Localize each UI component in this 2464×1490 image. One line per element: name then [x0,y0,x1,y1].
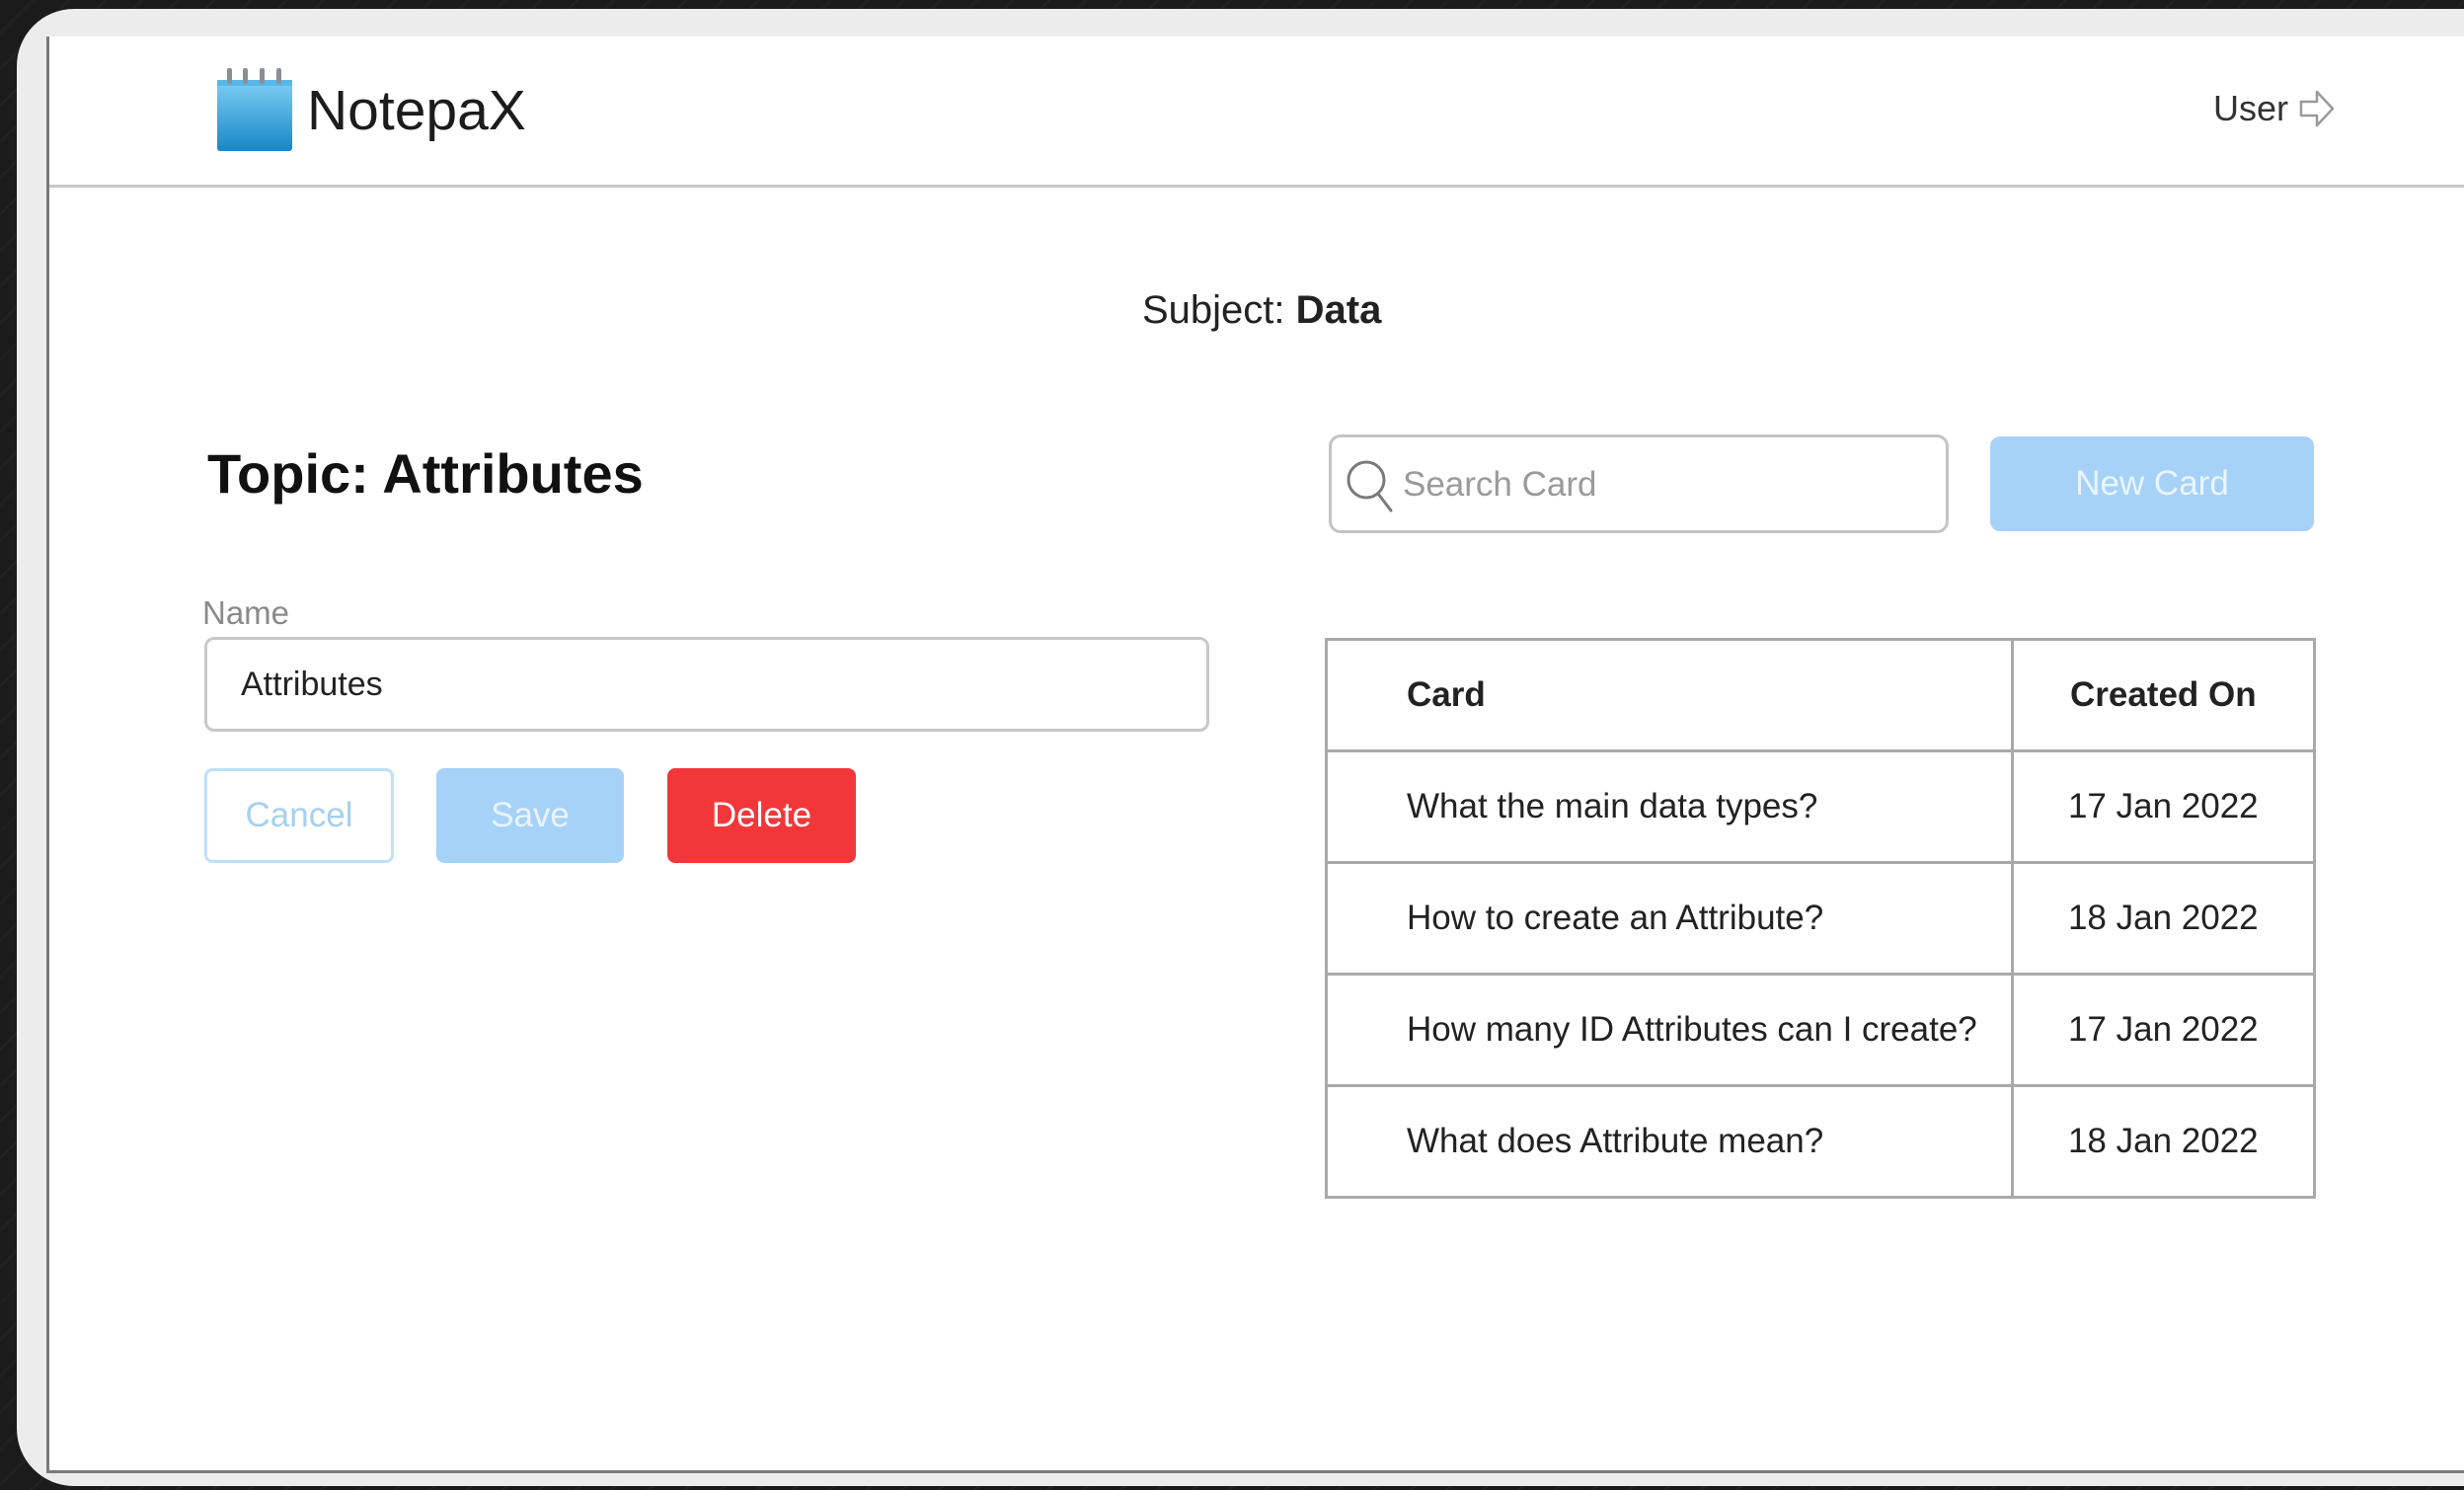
app-title: NotepaX [307,79,526,142]
table-row[interactable]: How to create an Attribute? 18 Jan 2022 [1325,861,2317,976]
save-button[interactable]: Save [436,768,624,863]
column-header-created-on[interactable]: Created On [2010,638,2317,752]
user-menu[interactable]: User [2213,88,2336,129]
subject-label: Subject: [1142,288,1296,332]
table-row[interactable]: How many ID Attributes can I create? 17 … [1325,973,2317,1087]
notepad-icon [217,68,292,151]
name-input[interactable] [204,637,1209,732]
card-cell[interactable]: How many ID Attributes can I create? [1325,973,2014,1087]
arrow-right-icon [2299,90,2335,127]
card-cell[interactable]: What the main data types? [1325,749,2014,864]
cancel-button[interactable]: Cancel [204,768,394,863]
search-input[interactable] [1401,437,1938,532]
table-header-row: Card Created On [1325,638,2317,752]
user-label: User [2213,88,2289,128]
app-header: NotepaX User [49,37,2464,188]
topic-title: Topic: Attributes [207,442,644,505]
search-icon [1347,460,1393,512]
card-cell[interactable]: How to create an Attribute? [1325,861,2014,976]
created-on-cell: 18 Jan 2022 [2010,861,2317,976]
table-row[interactable]: What the main data types? 17 Jan 2022 [1325,749,2317,864]
table-row[interactable]: What does Attribute mean? 18 Jan 2022 [1325,1084,2317,1199]
card-cell[interactable]: What does Attribute mean? [1325,1084,2014,1199]
new-card-button[interactable]: New Card [1990,436,2314,531]
search-box[interactable] [1329,434,1949,533]
delete-button[interactable]: Delete [667,768,856,863]
name-label: Name [202,594,290,631]
cards-table: Card Created On What the main data types… [1325,638,2317,1199]
column-header-card[interactable]: Card [1325,638,2014,752]
app-window: NotepaX User Subject: Data Topic: Attrib… [46,37,2464,1473]
created-on-cell: 17 Jan 2022 [2010,973,2317,1087]
created-on-cell: 18 Jan 2022 [2010,1084,2317,1199]
created-on-cell: 17 Jan 2022 [2010,749,2317,864]
subject-value: Data [1295,288,1382,332]
